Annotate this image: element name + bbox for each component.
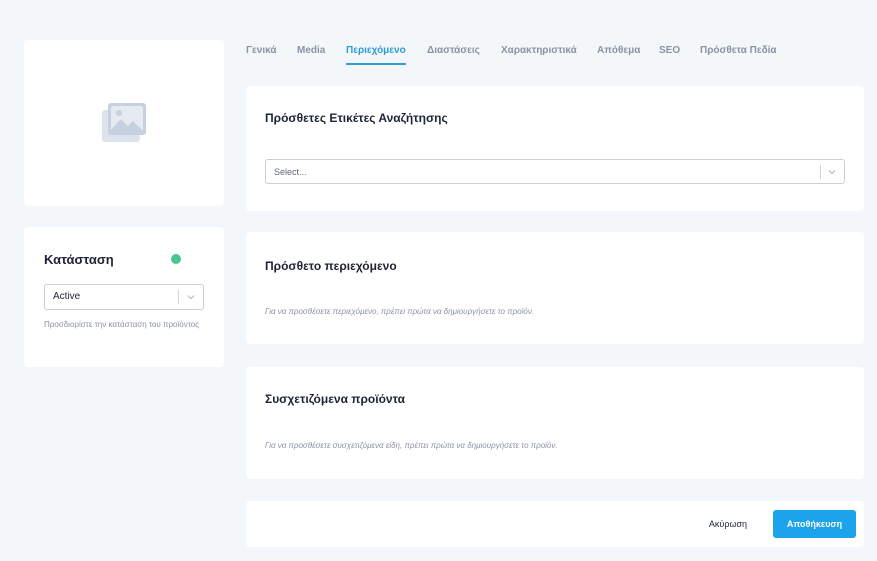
form-actions: Ακύρωση Αποθήκευση	[246, 501, 864, 547]
cancel-button[interactable]: Ακύρωση	[697, 511, 759, 537]
chevron-down-icon	[828, 170, 836, 175]
status-title: Κατάσταση	[44, 252, 114, 267]
status-indicator	[171, 254, 181, 264]
tab-content[interactable]: Περιεχόμενο	[346, 45, 406, 56]
status-card: Κατάσταση Active Προσδιορίστε την κατάστ…	[24, 227, 224, 367]
extra-content-note: Για να προσθέσετε περιεχόμενο, πρέπει πρ…	[265, 307, 535, 316]
search-tags-placeholder: Select...	[274, 167, 307, 177]
extra-content-title: Πρόσθετο περιεχόμενο	[265, 259, 397, 273]
chevron-down-icon	[187, 295, 195, 300]
select-separator	[178, 290, 179, 304]
status-select-value: Active	[53, 291, 81, 302]
extra-content-card: Πρόσθετο περιεχόμενο Για να προσθέσετε π…	[246, 232, 864, 344]
product-image-panel[interactable]	[24, 40, 224, 206]
search-tags-title: Πρόσθετες Ετικέτες Αναζήτησης	[265, 111, 448, 125]
related-products-card: Συσχετιζόμενα προϊόντα Για να προσθέσετε…	[246, 367, 864, 479]
search-tags-card: Πρόσθετες Ετικέτες Αναζήτησης Select...	[246, 86, 864, 211]
tab-stock[interactable]: Απόθεμα	[597, 45, 640, 56]
related-products-title: Συσχετιζόμενα προϊόντα	[265, 392, 405, 406]
related-products-note: Για να προσθέσετε συσχετιζόμενα είδη, πρ…	[265, 441, 558, 450]
tab-media[interactable]: Media	[297, 45, 325, 56]
tab-attributes[interactable]: Χαρακτηριστικά	[501, 45, 577, 56]
tab-seo[interactable]: SEO	[659, 45, 680, 56]
save-button[interactable]: Αποθήκευση	[773, 510, 856, 538]
active-tab-indicator	[346, 63, 406, 65]
search-tags-select[interactable]: Select...	[265, 159, 845, 184]
tab-extra-fields[interactable]: Πρόσθετα Πεδία	[700, 45, 777, 56]
image-placeholder-icon	[102, 103, 146, 142]
tab-dimensions[interactable]: Διαστάσεις	[427, 45, 480, 56]
tab-general[interactable]: Γενικά	[246, 45, 277, 56]
select-separator	[820, 165, 821, 179]
status-select[interactable]: Active	[44, 284, 204, 310]
status-help-text: Προσδιορίστε την κατάσταση του προϊόντος	[44, 320, 200, 329]
